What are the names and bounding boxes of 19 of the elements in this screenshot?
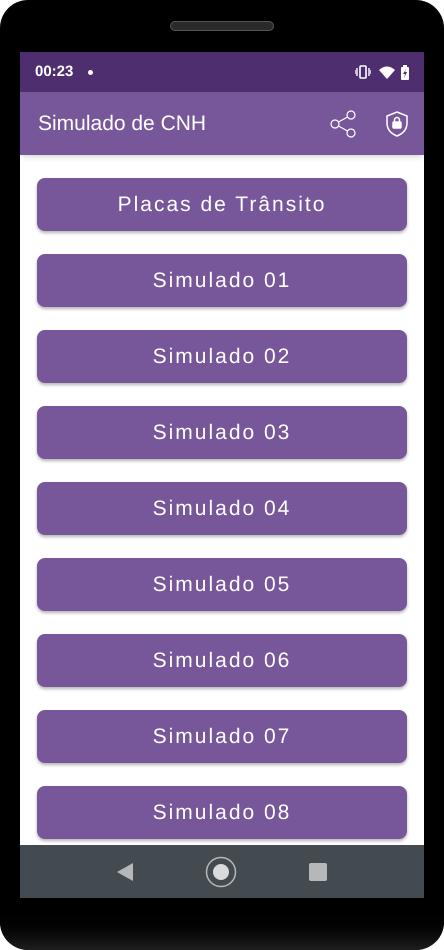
menu-button[interactable]: Simulado 05	[37, 558, 407, 611]
status-time: 00:23	[35, 62, 74, 82]
battery-icon	[401, 64, 409, 80]
menu-button[interactable]: Simulado 02	[37, 330, 407, 383]
menu-button[interactable]: Simulado 04	[37, 482, 407, 535]
menu-button[interactable]: Simulado 01	[37, 254, 407, 307]
home-icon[interactable]	[205, 856, 237, 888]
menu-button[interactable]: Simulado 03	[37, 406, 407, 459]
vibrate-icon	[355, 65, 371, 79]
share-icon[interactable]	[330, 110, 358, 138]
menu-button[interactable]: Simulado 07	[37, 710, 407, 763]
recents-icon[interactable]	[309, 862, 327, 880]
back-icon[interactable]	[117, 862, 133, 880]
app-title: Simulado de CNH	[38, 110, 208, 137]
menu-button[interactable]: Simulado 06	[37, 634, 407, 687]
menu-button[interactable]: Simulado 08	[37, 786, 407, 839]
menu-button[interactable]: Placas de Trânsito	[37, 178, 407, 231]
shield-lock-icon[interactable]	[386, 110, 408, 136]
wifi-icon	[379, 66, 395, 78]
